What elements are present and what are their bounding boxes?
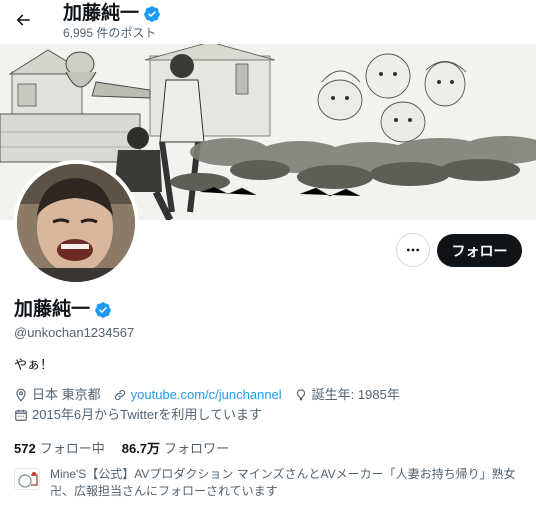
post-count: 6,995 件のポスト [63, 26, 157, 40]
avatar-photo [17, 164, 135, 282]
following-count: 572 [14, 441, 36, 456]
birthday-text: 誕生年: 1985年 [311, 387, 400, 402]
link-icon [114, 389, 125, 401]
location-item: 日本 東京都 [14, 386, 101, 404]
more-button[interactable] [396, 233, 430, 267]
location-text: 日本 東京都 [32, 387, 101, 402]
followers-count: 86.7万 [121, 441, 161, 456]
top-bar: 加藤純一 6,995 件のポスト [0, 0, 536, 44]
profile-name: 加藤純一 [14, 299, 91, 320]
follower-avatar[interactable] [14, 468, 40, 490]
joined-item: 2015年6月からTwitterを利用しています [14, 406, 262, 424]
followers-link[interactable]: 86.7万 フォロワー [122, 440, 229, 458]
birthday-item: 誕生年: 1985年 [294, 386, 400, 404]
joined-row: 2015年6月からTwitterを利用しています [14, 406, 274, 424]
follow-stats: 572 フォロー中 86.7万 フォロワー [14, 440, 246, 458]
profile-meta-row: 日本 東京都 youtube.com/c/junchannel 誕生年: 198… [14, 386, 412, 404]
profile-name-row: 加藤純一 [14, 298, 112, 322]
birthday-icon [296, 389, 305, 401]
verified-badge-icon [144, 6, 160, 22]
profile-handle: @unkochan1234567 [14, 325, 135, 340]
website-link[interactable]: youtube.com/c/junchannel [131, 386, 282, 404]
location-icon [16, 388, 26, 402]
website-item: youtube.com/c/junchannel [113, 386, 282, 404]
verified-badge-icon[interactable] [94, 301, 112, 319]
followers-label: フォロワー [164, 441, 230, 456]
followed-by-text[interactable]: Mine'S【公式】AVプロダクション マインズさんとAVメーカー「人妻お持ち帰… [50, 466, 524, 500]
following-link[interactable]: 572 フォロー中 [14, 440, 105, 458]
avatar[interactable] [13, 160, 139, 286]
back-arrow-icon [16, 14, 30, 26]
following-label: フォロー中 [39, 441, 105, 456]
calendar-icon [15, 409, 27, 421]
header-title-row: 加藤純一 [63, 3, 161, 25]
profile-bio: やぁ！ [14, 357, 54, 372]
follow-button[interactable]: フォロー [437, 234, 522, 267]
followed-by-row: Mine'S【公式】AVプロダクション マインズさんとAVメーカー「人妻お持ち帰… [14, 466, 524, 500]
back-button[interactable] [10, 7, 36, 33]
more-icon [407, 248, 419, 252]
header-title: 加藤純一 [63, 3, 140, 24]
joined-text: 2015年6月からTwitterを利用しています [32, 407, 263, 422]
follower-avatar-logo [15, 469, 39, 489]
